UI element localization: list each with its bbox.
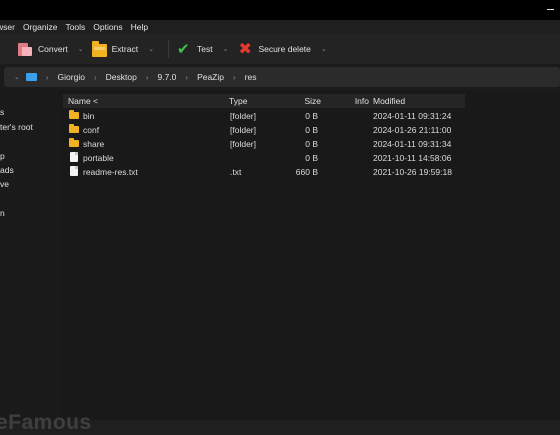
sidebar-item[interactable]: ter's root <box>0 122 33 132</box>
file-name: readme-res.txt <box>83 167 138 177</box>
folder-icon <box>69 124 79 133</box>
menu-bar: wser Organize Tools Options Help <box>0 20 560 34</box>
breadcrumb-giorgio[interactable]: Giorgio <box>58 72 85 82</box>
extract-button[interactable]: Extract ⌄ <box>88 38 164 60</box>
secure-delete-label: Secure delete <box>258 44 311 54</box>
file-modified: 2024-01-11 09:31:24 <box>373 111 452 121</box>
chevron-right-icon: › <box>233 72 236 82</box>
folder-icon <box>69 138 79 147</box>
file-name: bin <box>83 111 95 121</box>
menu-browser[interactable]: wser <box>0 22 19 32</box>
column-type[interactable]: Type <box>229 96 247 106</box>
sidebar-item[interactable]: ve <box>0 179 9 189</box>
chevron-right-icon: › <box>93 72 97 82</box>
convert-button[interactable]: Convert ⌄ <box>14 38 94 60</box>
extract-label: Extract <box>111 44 139 54</box>
column-name[interactable]: Name < <box>68 96 98 106</box>
table-row[interactable]: readme-res.txt .txt 660 B 2021-10-26 19:… <box>63 165 465 179</box>
file-size: 0 B <box>305 125 318 135</box>
file-name: portable <box>83 153 114 163</box>
sidebar: s ter's root p ads ve n <box>0 90 60 420</box>
menu-organize[interactable]: Organize <box>19 22 62 32</box>
table-row[interactable]: bin [folder] 0 B 2024-01-11 09:31:24 <box>63 109 465 123</box>
breadcrumb-desktop[interactable]: Desktop <box>106 72 137 82</box>
convert-icon <box>18 42 33 56</box>
file-type: [folder] <box>230 139 256 149</box>
convert-label: Convert <box>38 44 68 54</box>
sidebar-item[interactable]: n <box>0 208 5 218</box>
test-label: Test <box>196 44 213 54</box>
toolbar: Convert ⌄ Extract ⌄ ✔ Test ⌄ ✖ Secure de… <box>0 34 560 64</box>
file-size: 0 B <box>305 153 318 163</box>
file-size: 0 B <box>305 139 318 149</box>
menu-tools[interactable]: Tools <box>61 22 89 32</box>
file-modified: 2024-01-26 21:11:00 <box>373 125 452 135</box>
file-size: 0 B <box>305 111 318 121</box>
file-icon <box>70 152 78 162</box>
file-modified: 2021-10-11 14:58:06 <box>373 153 452 163</box>
sidebar-item[interactable]: p <box>0 151 5 161</box>
chevron-right-icon: › <box>45 72 49 82</box>
breadcrumb-version[interactable]: 9.7.0 <box>157 72 176 82</box>
column-info[interactable]: Info <box>339 96 369 106</box>
file-name: conf <box>83 125 100 135</box>
folder-icon <box>69 110 79 119</box>
table-row[interactable]: share [folder] 0 B 2024-01-11 09:31:34 <box>63 137 465 151</box>
sidebar-item[interactable]: s <box>0 107 4 117</box>
table-row[interactable]: portable 0 B 2021-10-11 14:58:06 <box>63 151 465 165</box>
chevron-right-icon: › <box>145 72 149 82</box>
title-bar <box>0 0 560 20</box>
breadcrumb-res[interactable]: res <box>245 72 257 82</box>
file-type: .txt <box>230 167 242 177</box>
file-type: [folder] <box>230 125 256 135</box>
toolbar-divider <box>167 40 169 58</box>
breadcrumb[interactable]: ⌄ › Giorgio › Desktop › 9.7.0 › PeaZip ›… <box>4 67 560 87</box>
secure-delete-button[interactable]: ✖ Secure delete ⌄ <box>234 38 336 60</box>
chevron-down-icon[interactable]: ⌄ <box>321 45 327 53</box>
file-list: Name < Type Size Info Modified bin [fold… <box>60 90 560 420</box>
file-name: share <box>83 139 105 149</box>
menu-help[interactable]: Help <box>127 22 152 32</box>
table-row[interactable]: conf [folder] 0 B 2024-01-26 21:11:00 <box>63 123 465 137</box>
breadcrumb-peazip[interactable]: PeaZip <box>197 72 224 82</box>
sidebar-item[interactable]: ads <box>0 165 14 175</box>
minimize-icon[interactable] <box>547 9 554 10</box>
chevron-down-icon[interactable]: ⌄ <box>78 45 84 53</box>
file-modified: 2021-10-26 19:59:18 <box>373 167 452 177</box>
extract-folder-icon <box>91 40 107 57</box>
menu-options[interactable]: Options <box>89 22 126 32</box>
file-size: 660 B <box>295 167 318 177</box>
chevron-right-icon: › <box>185 72 189 82</box>
address-bar: ⌄ › Giorgio › Desktop › 9.7.0 › PeaZip ›… <box>0 64 560 90</box>
checkmark-icon: ✔ <box>176 40 190 58</box>
file-icon <box>70 166 78 176</box>
chevron-down-icon[interactable]: ⌄ <box>223 45 229 53</box>
computer-icon <box>25 73 37 81</box>
column-header: Name < Type Size Info Modified <box>63 94 465 108</box>
file-type: [folder] <box>230 111 256 121</box>
column-modified[interactable]: Modified <box>373 96 405 106</box>
test-button[interactable]: ✔ Test ⌄ <box>173 38 238 60</box>
watermark-logo: eFamous <box>0 411 92 434</box>
file-modified: 2024-01-11 09:31:34 <box>373 139 452 149</box>
column-size[interactable]: Size <box>289 96 321 106</box>
delete-x-icon: ✖ <box>238 40 252 58</box>
chevron-down-icon[interactable]: ⌄ <box>14 73 20 81</box>
chevron-down-icon[interactable]: ⌄ <box>148 45 154 53</box>
